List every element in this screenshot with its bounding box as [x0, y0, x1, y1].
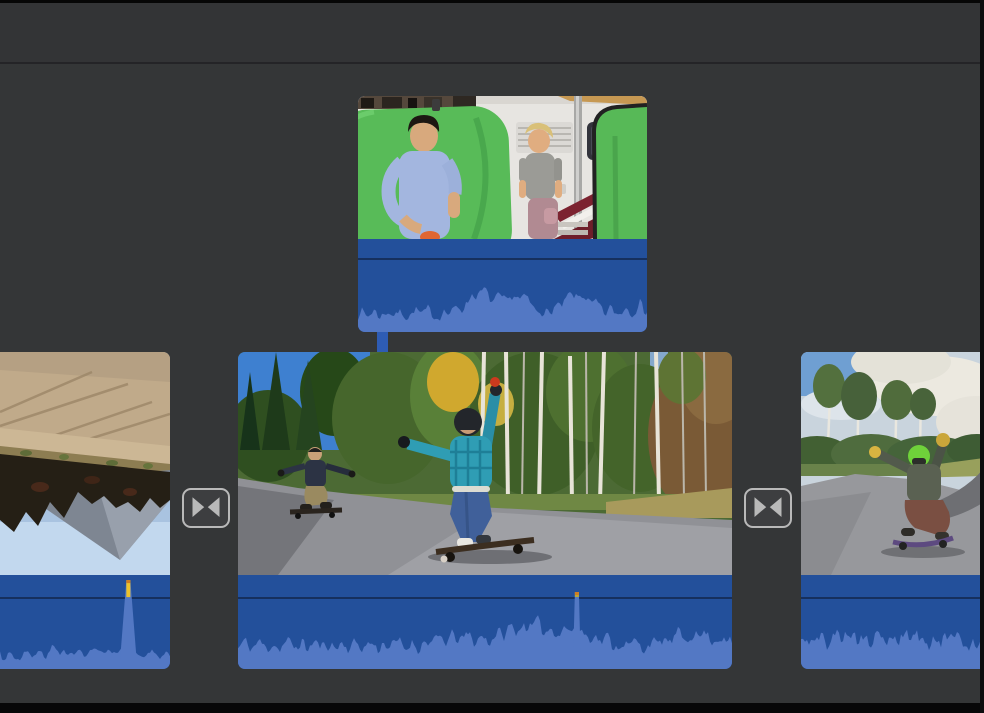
imovie-timeline-canvas	[0, 0, 984, 713]
window-top-border	[0, 0, 984, 3]
timeline-clip-slider[interactable]	[801, 352, 984, 669]
cross-dissolve-icon	[746, 490, 790, 526]
cutaway-clip[interactable]	[358, 96, 647, 332]
landscape-audio-waveform-with-loud-marker	[0, 575, 170, 669]
window-right-border	[980, 0, 984, 713]
longboarders-audio-waveform	[238, 575, 732, 669]
toolbar-area	[0, 3, 984, 62]
cross-dissolve-icon	[184, 490, 228, 526]
timeline-clip-landscape[interactable]	[0, 352, 170, 669]
landscape-clip-thumbnail	[0, 352, 170, 575]
transition-cross-dissolve-1[interactable]	[182, 488, 230, 528]
green-screen-right	[594, 105, 647, 239]
longboarders-clip-thumbnail	[238, 352, 732, 575]
cutaway-clip-thumbnail	[358, 96, 647, 239]
clip-connection-line	[377, 331, 388, 353]
transition-cross-dissolve-2[interactable]	[744, 488, 792, 528]
toolbar-separator	[0, 62, 984, 64]
slider-clip-audio	[801, 575, 984, 669]
window-bottom-border	[0, 703, 984, 713]
longboarders-clip-audio	[238, 575, 732, 669]
timeline-clip-longboarders[interactable]	[238, 352, 732, 669]
landscape-clip-audio	[0, 575, 170, 669]
cutaway-audio-waveform	[358, 239, 647, 332]
slider-clip-thumbnail	[801, 352, 984, 575]
slider-audio-waveform	[801, 575, 984, 669]
cutaway-clip-audio	[358, 239, 647, 332]
